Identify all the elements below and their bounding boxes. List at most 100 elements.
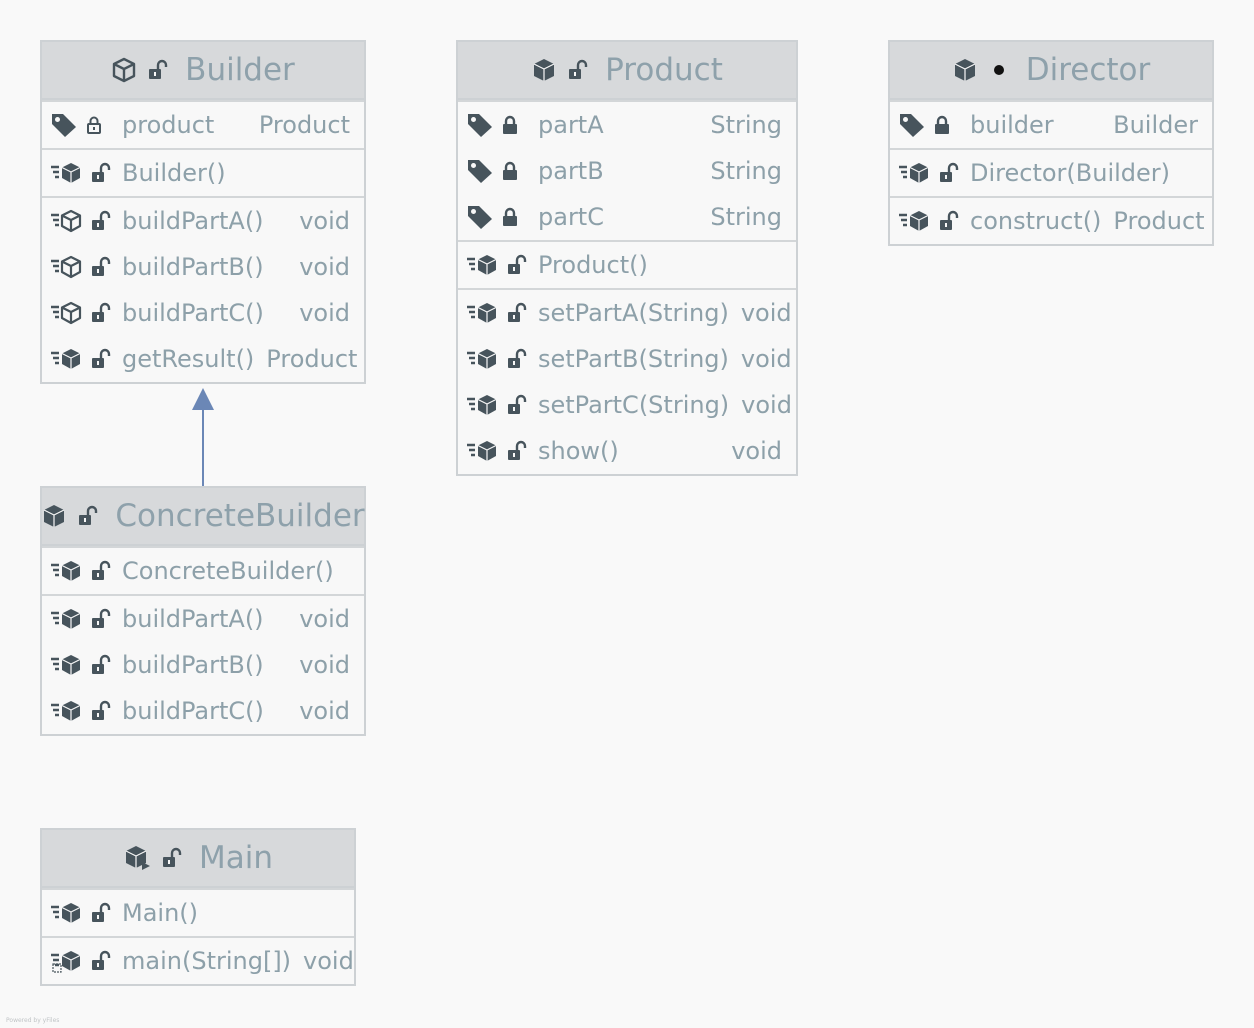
- method-row[interactable]: setPartC(String) void: [458, 382, 796, 428]
- constructor-row[interactable]: Product(): [458, 242, 796, 288]
- method-name: setPartC(String): [538, 391, 730, 419]
- public-lock-icon: [92, 654, 111, 674]
- constructors-section: Director(Builder): [890, 148, 1212, 196]
- method-row[interactable]: buildPartC() void: [42, 290, 364, 336]
- method-type: void: [299, 605, 350, 633]
- footer-credit: Powered by yFiles: [6, 1017, 60, 1024]
- abstract-method-icon: [51, 209, 82, 233]
- public-lock-icon: [92, 256, 111, 276]
- method-name: setPartA(String): [538, 299, 729, 327]
- method-type: void: [740, 345, 792, 373]
- method-name: buildPartA(): [122, 605, 264, 633]
- class-director[interactable]: Director builder Builder Director(Builde…: [888, 40, 1214, 246]
- public-lock-icon: [508, 440, 527, 460]
- method-type: void: [299, 253, 350, 281]
- methods-section: buildPartA() void buildPartB() void buil…: [42, 594, 364, 734]
- field-row[interactable]: partC String: [458, 194, 796, 240]
- method-name: show(): [538, 437, 619, 465]
- private-lock-icon: [503, 161, 517, 180]
- public-lock-icon: [92, 950, 111, 970]
- public-lock-icon: [940, 210, 959, 230]
- public-lock-icon: [92, 902, 111, 922]
- method-type: Product: [266, 345, 358, 373]
- method-icon: [467, 395, 497, 415]
- constructor-row[interactable]: Director(Builder): [890, 150, 1212, 196]
- method-icon: [51, 609, 81, 629]
- method-name: construct(): [970, 207, 1102, 235]
- field-type: String: [710, 203, 782, 231]
- method-row[interactable]: construct() Product: [890, 198, 1212, 244]
- abstract-method-icon: [51, 255, 82, 279]
- method-row[interactable]: setPartA(String) void: [458, 290, 796, 336]
- class-header: Main: [42, 830, 354, 888]
- method-type: void: [299, 651, 350, 679]
- method-icon: [899, 163, 929, 183]
- fields-section: partA String partB String partC String: [458, 100, 796, 240]
- public-lock-icon: [940, 162, 959, 182]
- field-row[interactable]: product Product: [42, 102, 364, 148]
- class-concrete-builder[interactable]: ConcreteBuilder ConcreteBuilder() buildP…: [40, 486, 366, 736]
- class-title: Product: [605, 52, 723, 88]
- method-row[interactable]: buildPartB() void: [42, 642, 364, 688]
- public-lock-icon: [508, 254, 527, 274]
- method-row[interactable]: show() void: [458, 428, 796, 474]
- field-row[interactable]: partB String: [458, 148, 796, 194]
- public-lock-icon: [569, 59, 588, 79]
- method-row[interactable]: main(String[]) void: [42, 938, 354, 984]
- constructor-row[interactable]: Main(): [42, 890, 354, 936]
- class-main[interactable]: Main Main() main(String[]) void: [40, 828, 356, 986]
- method-row[interactable]: getResult() Product: [42, 336, 364, 382]
- method-icon: [467, 255, 497, 275]
- method-icon: [51, 903, 81, 923]
- constructors-section: Main(): [42, 888, 354, 936]
- public-lock-icon: [79, 505, 98, 525]
- public-lock-icon: [92, 700, 111, 720]
- inheritance-arrowhead: [192, 388, 214, 410]
- method-icon: [51, 561, 81, 581]
- method-type: Product: [1113, 207, 1205, 235]
- class-header: Director: [890, 42, 1212, 100]
- method-row[interactable]: buildPartA() void: [42, 198, 364, 244]
- public-lock-icon: [92, 162, 111, 182]
- public-lock-icon: [162, 847, 182, 867]
- class-title: Builder: [185, 52, 295, 88]
- field-row[interactable]: partA String: [458, 102, 796, 148]
- method-row[interactable]: buildPartB() void: [42, 244, 364, 290]
- method-name: setPartB(String): [538, 345, 729, 373]
- field-tag-icon: [900, 114, 924, 137]
- constructor-name: Main(): [122, 899, 199, 927]
- public-lock-icon: [92, 560, 111, 580]
- class-icon: [533, 59, 555, 81]
- method-icon: [467, 303, 497, 323]
- constructors-section: Builder(): [42, 148, 364, 196]
- constructor-name: Director(Builder): [970, 159, 1171, 187]
- private-lock-icon: [935, 115, 949, 134]
- class-header: Builder: [42, 42, 364, 100]
- field-type: String: [710, 157, 782, 185]
- protected-lock-icon: [87, 116, 101, 134]
- static-method-icon: [51, 951, 81, 973]
- methods-section: buildPartA() void buildPartB() void buil…: [42, 196, 364, 382]
- public-lock-icon: [92, 302, 111, 322]
- class-product[interactable]: Product partA String partB String partC: [456, 40, 798, 476]
- method-type: void: [303, 947, 354, 975]
- method-row[interactable]: buildPartC() void: [42, 688, 364, 734]
- constructors-section: Product(): [458, 240, 796, 288]
- field-name: partA: [538, 111, 604, 139]
- method-icon: [899, 211, 929, 231]
- field-row[interactable]: builder Builder: [890, 102, 1212, 148]
- method-row[interactable]: setPartB(String) void: [458, 336, 796, 382]
- constructor-row[interactable]: ConcreteBuilder(): [42, 548, 364, 594]
- method-type: void: [299, 207, 350, 235]
- private-lock-icon: [503, 207, 517, 226]
- method-name: main(String[]): [122, 947, 292, 975]
- method-type: void: [299, 697, 350, 725]
- field-type: Product: [258, 111, 350, 139]
- field-type: Builder: [1113, 111, 1198, 139]
- class-builder[interactable]: Builder product Product Builder() buildP…: [40, 40, 366, 384]
- constructor-row[interactable]: Builder(): [42, 150, 364, 196]
- fields-section: product Product: [42, 100, 364, 148]
- field-name: partB: [538, 157, 604, 185]
- method-name: buildPartA(): [122, 207, 264, 235]
- method-row[interactable]: buildPartA() void: [42, 596, 364, 642]
